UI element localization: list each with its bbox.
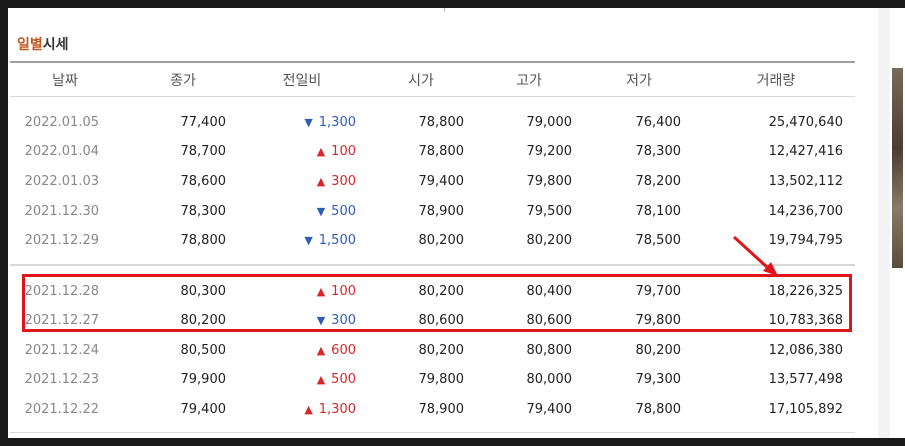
arrow-down-right-icon bbox=[732, 235, 778, 276]
